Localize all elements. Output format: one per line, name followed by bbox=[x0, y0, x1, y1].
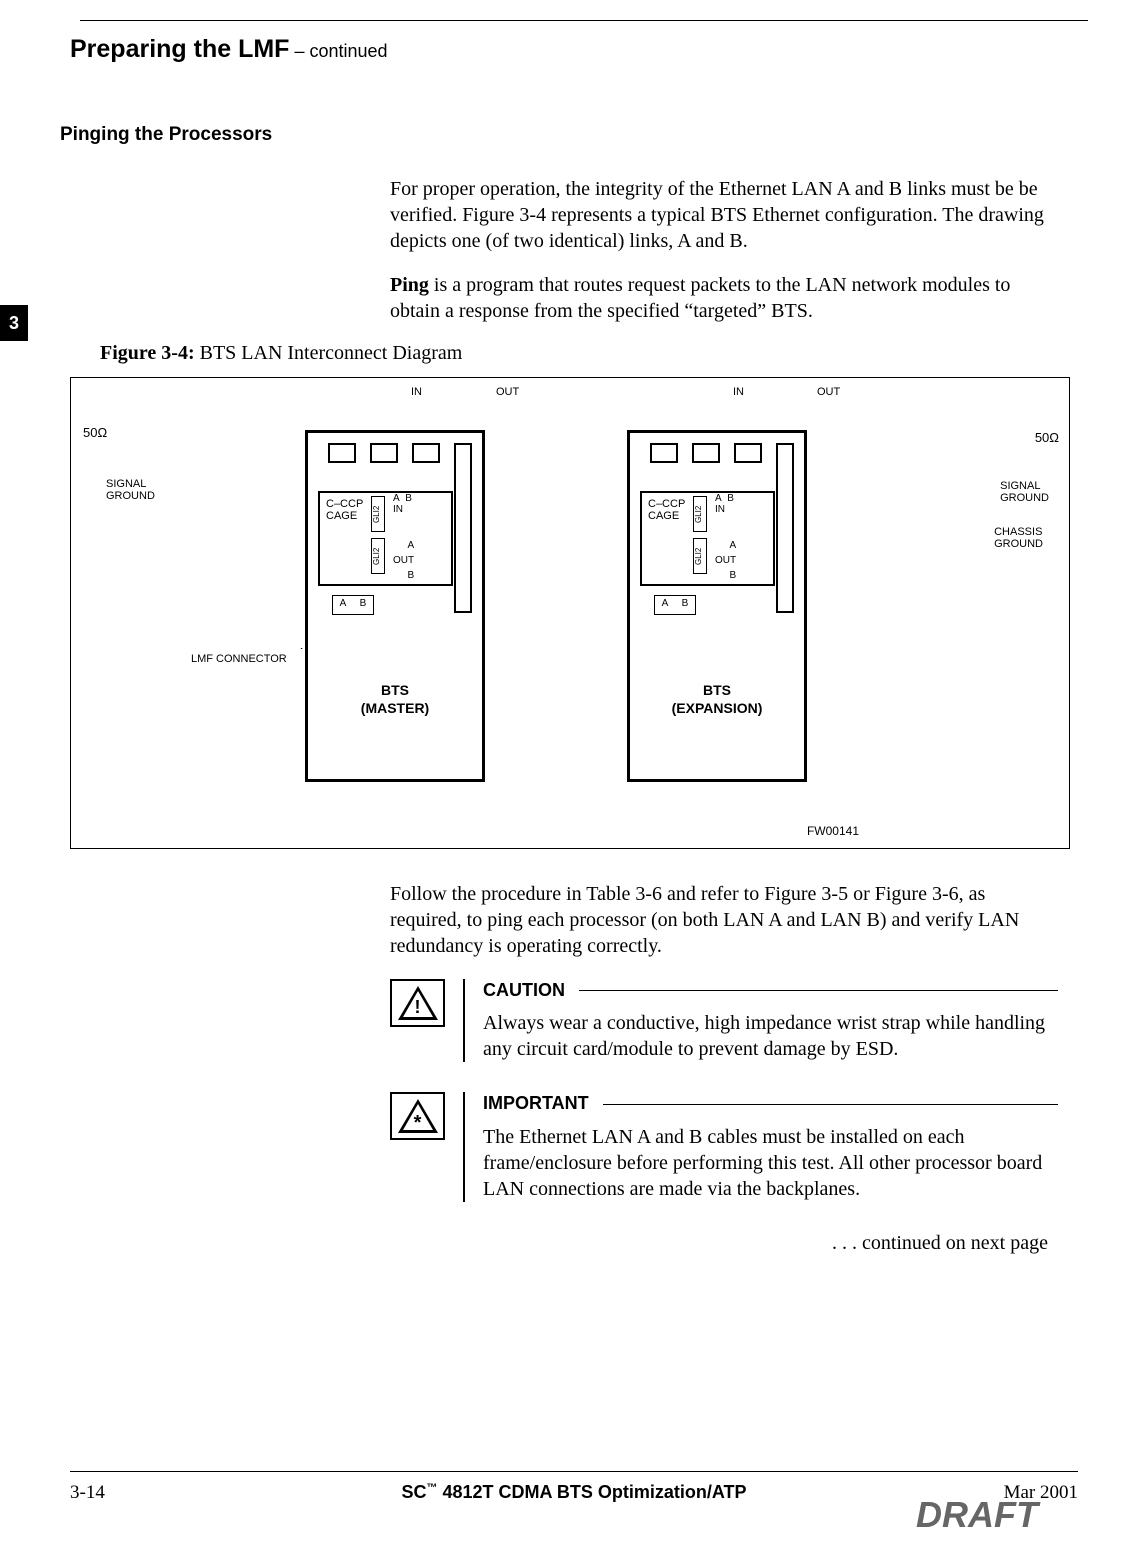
important-body: The Ethernet LAN A and B cables must be … bbox=[483, 1124, 1058, 1202]
subsection-heading: Pinging the Processors bbox=[60, 124, 1078, 146]
diagram-label-ohm: 50Ω bbox=[83, 425, 107, 440]
page-title: Preparing the LMF bbox=[70, 35, 289, 63]
figure-caption: Figure 3-4: BTS LAN Interconnect Diagram bbox=[100, 342, 1078, 365]
caution-body: Always wear a conductive, high impedance… bbox=[483, 1010, 1058, 1062]
page-footer: 3-14 SC™ 4812T CDMA BTS Optimization/ATP… bbox=[70, 1471, 1078, 1536]
continued-note: . . . continued on next page bbox=[70, 1232, 1048, 1255]
page-title-suffix: – continued bbox=[289, 41, 387, 61]
bts-expansion-block: C–CCP CAGE GLI2 GLI2 A BIN AOUTB AB BTS … bbox=[627, 430, 807, 782]
bts-master-block: C–CCP CAGE GLI2 GLI2 A BIN AOUTB AB BTS … bbox=[305, 430, 485, 782]
body-paragraph-2: Ping is a program that routes request pa… bbox=[390, 272, 1058, 324]
body-paragraph-1: For proper operation, the integrity of t… bbox=[390, 176, 1058, 254]
footer-title: SC™ 4812T CDMA BTS Optimization/ATP bbox=[190, 1482, 958, 1503]
important-callout: * IMPORTANT The Ethernet LAN A and B cab… bbox=[390, 1092, 1058, 1201]
diagram-label-in: IN bbox=[733, 386, 744, 398]
important-title: IMPORTANT bbox=[483, 1092, 589, 1115]
diagram-label-ohm: 50Ω bbox=[1035, 430, 1059, 445]
important-icon: * bbox=[390, 1092, 445, 1140]
figure-diagram: IN OUT IN OUT 50Ω 50Ω SIGNAL GROUND SIGN… bbox=[70, 377, 1070, 849]
chapter-tab: 3 bbox=[0, 305, 28, 341]
diagram-label-signal-ground: SIGNAL GROUND bbox=[1000, 480, 1049, 504]
diagram-label-lmf-connector: LMF CONNECTOR bbox=[191, 653, 287, 665]
diagram-label-out: OUT bbox=[496, 386, 519, 398]
caution-callout: ! CAUTION Always wear a conductive, high… bbox=[390, 979, 1058, 1062]
caution-icon: ! bbox=[390, 979, 445, 1027]
caution-title: CAUTION bbox=[483, 979, 565, 1002]
page-number: 3-14 bbox=[70, 1482, 190, 1504]
figure-code: FW00141 bbox=[807, 824, 859, 838]
body-paragraph-3: Follow the procedure in Table 3-6 and re… bbox=[390, 881, 1058, 959]
diagram-label-signal-ground: SIGNAL GROUND bbox=[106, 478, 155, 502]
diagram-label-out: OUT bbox=[817, 386, 840, 398]
diagram-label-chassis-ground: CHASSIS GROUND bbox=[994, 526, 1043, 550]
diagram-label-in: IN bbox=[411, 386, 422, 398]
